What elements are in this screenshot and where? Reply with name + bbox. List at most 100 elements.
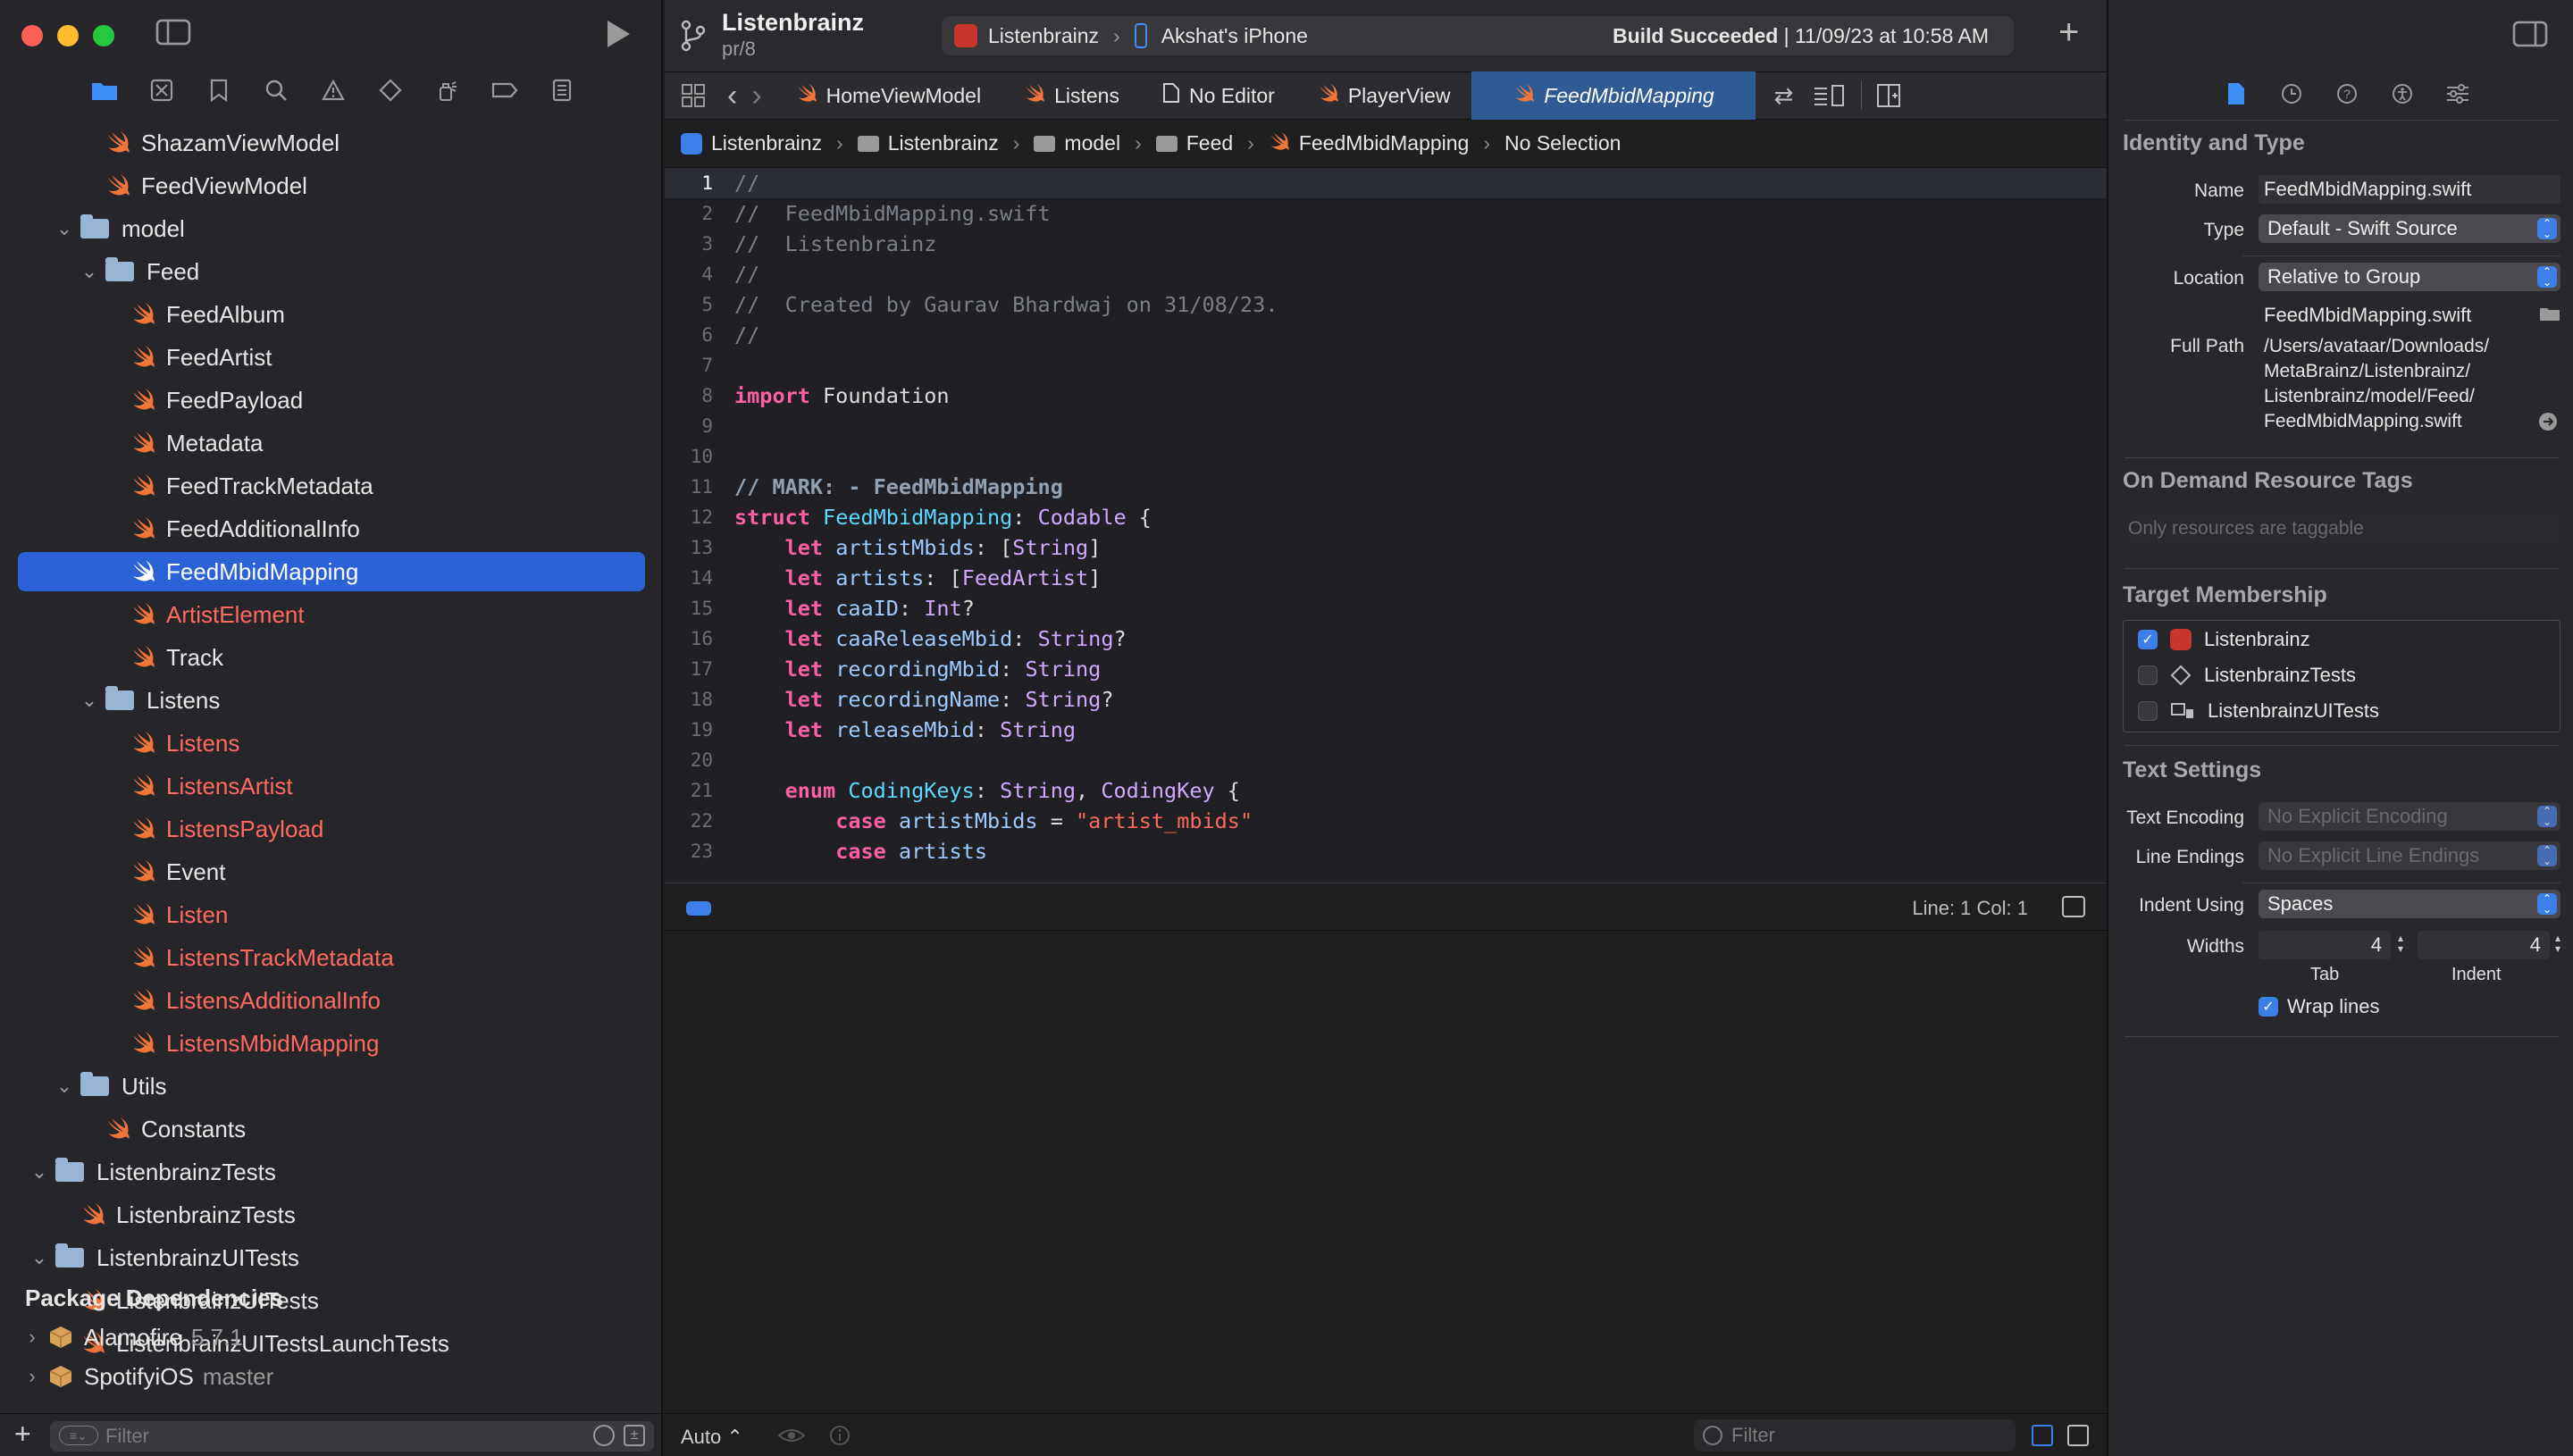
code-line[interactable]: 10: [665, 441, 2107, 472]
file-row[interactable]: FeedArtist: [0, 338, 663, 377]
breadcrumb-selection[interactable]: No Selection: [1504, 131, 1621, 155]
code-line[interactable]: 6 //: [665, 320, 2107, 350]
source-control-icon[interactable]: [147, 75, 177, 105]
code-line[interactable]: 14 let artists: [FeedArtist]: [665, 563, 2107, 593]
file-row[interactable]: FeedMbidMapping: [18, 552, 645, 591]
code-line[interactable]: 11 // MARK: - FeedMbidMapping: [665, 472, 2107, 502]
tab-feedmbidmapping[interactable]: FeedMbidMapping: [1471, 71, 1756, 120]
editor-options-icon[interactable]: [1813, 83, 1845, 108]
code-line[interactable]: 16 let caaReleaseMbid: String?: [665, 623, 2107, 654]
folder-row[interactable]: ⌄ Utils: [0, 1067, 663, 1106]
right-panel-icon[interactable]: [2067, 1425, 2089, 1446]
help-icon[interactable]: ?: [2332, 79, 2362, 109]
console-filter-input[interactable]: Filter: [1694, 1419, 2016, 1452]
file-name-field[interactable]: FeedMbidMapping.swift: [2259, 175, 2560, 204]
checkbox[interactable]: [2138, 701, 2158, 721]
report-icon[interactable]: [547, 75, 577, 105]
folder-icon[interactable]: [89, 75, 120, 105]
code-line[interactable]: 12 struct FeedMbidMapping: Codable {: [665, 502, 2107, 532]
code-line[interactable]: 9: [665, 411, 2107, 441]
file-row[interactable]: ArtistElement: [0, 595, 663, 634]
file-row[interactable]: FeedAdditionalInfo: [0, 509, 663, 548]
indent-using-select[interactable]: Spaces ⌃ ⌄: [2259, 890, 2560, 918]
file-row[interactable]: Listens: [0, 724, 663, 763]
line-endings-select[interactable]: No Explicit Line Endings ⌃ ⌄: [2259, 841, 2560, 870]
target-row-uitests[interactable]: ListenbrainzUITests: [2138, 694, 2379, 728]
attributes-icon[interactable]: [2443, 79, 2473, 109]
file-row[interactable]: ListensAdditionalInfo: [0, 981, 663, 1020]
tab-width-stepper[interactable]: ▴ ▾: [2393, 933, 2409, 958]
file-row[interactable]: FeedViewModel: [0, 166, 663, 205]
file-row[interactable]: ShazamViewModel: [0, 123, 663, 163]
chevron-right-icon[interactable]: ›: [23, 1365, 41, 1388]
minimize-window-button[interactable]: [57, 25, 79, 46]
wrap-lines-checkbox[interactable]: ✓: [2259, 997, 2278, 1017]
chevron-down-icon[interactable]: ⌄: [80, 260, 98, 283]
breadcrumb-feed[interactable]: Feed: [1186, 131, 1233, 155]
recent-files-icon[interactable]: [593, 1425, 615, 1446]
debug-spray-icon[interactable]: [432, 75, 463, 105]
debug-toggle-icon[interactable]: [686, 901, 711, 916]
code-line[interactable]: 18 let recordingName: String?: [665, 684, 2107, 715]
folder-row[interactable]: ⌄ Listens: [0, 681, 663, 720]
breadcrumb-model[interactable]: model: [1064, 131, 1120, 155]
chevron-down-icon[interactable]: ⌄: [55, 1075, 73, 1098]
add-icon[interactable]: +: [14, 1418, 31, 1451]
wrap-lines-row[interactable]: ✓ Wrap lines: [2259, 990, 2380, 1024]
location-select[interactable]: Relative to Group ⌃ ⌄: [2259, 263, 2560, 291]
code-line[interactable]: 7: [665, 350, 2107, 381]
package-row-spotifyios[interactable]: › SpotifyiOS master: [0, 1357, 663, 1396]
add-tab-icon[interactable]: +: [2058, 13, 2079, 53]
chevron-down-icon[interactable]: ⌄: [55, 217, 73, 240]
file-row[interactable]: Track: [0, 638, 663, 677]
forward-arrow-icon[interactable]: ›: [751, 79, 761, 113]
run-icon[interactable]: [604, 18, 633, 57]
checkbox[interactable]: ✓: [2138, 630, 2158, 649]
file-row[interactable]: Event: [0, 852, 663, 891]
folder-row[interactable]: ⌄ ListenbrainzTests: [0, 1152, 663, 1192]
tab-listens[interactable]: Listens: [1002, 71, 1141, 120]
folder-row[interactable]: ⌄ model: [0, 209, 663, 248]
file-row[interactable]: Constants: [0, 1109, 663, 1149]
file-row[interactable]: ListensMbidMapping: [0, 1024, 663, 1063]
file-inspector-icon[interactable]: [2221, 79, 2251, 109]
code-line[interactable]: 17 let recordingMbid: String: [665, 654, 2107, 684]
chevron-down-icon[interactable]: ⌄: [80, 689, 98, 712]
chevron-down-icon[interactable]: ⌄: [30, 1160, 48, 1184]
split-editor-icon[interactable]: [1876, 83, 1901, 108]
file-row[interactable]: ListenbrainzTests: [0, 1195, 663, 1234]
sidebar-toggle-icon[interactable]: [155, 18, 191, 54]
code-line[interactable]: 22 case artistMbids = "artist_mbids": [665, 806, 2107, 836]
warning-icon[interactable]: [318, 75, 348, 105]
file-row[interactable]: Metadata: [0, 423, 663, 463]
code-line[interactable]: 5 // Created by Gaurav Bhardwaj on 31/08/…: [665, 289, 2107, 320]
code-line[interactable]: 23 case artists: [665, 836, 2107, 866]
related-items-icon[interactable]: ⇄: [1773, 82, 1793, 110]
folder-row[interactable]: ⌄ Feed: [0, 252, 663, 291]
breadcrumb-project[interactable]: Listenbrainz: [711, 131, 822, 155]
code-line[interactable]: 20: [665, 745, 2107, 775]
source-control-filter-icon[interactable]: ±: [624, 1425, 645, 1446]
tab-no-editor[interactable]: No Editor: [1141, 71, 1296, 120]
bookmark-icon[interactable]: [204, 75, 234, 105]
search-icon[interactable]: [261, 75, 291, 105]
chevron-down-icon[interactable]: ⌄: [30, 1246, 48, 1269]
zoom-window-button[interactable]: [93, 25, 114, 46]
reveal-in-finder-icon[interactable]: [2537, 411, 2559, 432]
filter-options-icon[interactable]: ≡⌄: [59, 1426, 98, 1445]
breadcrumb-file[interactable]: FeedMbidMapping: [1299, 131, 1470, 155]
left-panel-icon[interactable]: [2032, 1425, 2053, 1446]
file-row[interactable]: ListensPayload: [0, 809, 663, 849]
checkbox[interactable]: [2138, 665, 2158, 685]
file-row[interactable]: FeedPayload: [0, 381, 663, 420]
tab-width-field[interactable]: 4: [2259, 931, 2391, 959]
target-row-tests[interactable]: ListenbrainzTests: [2138, 658, 2356, 692]
file-row[interactable]: ListensArtist: [0, 766, 663, 806]
info-icon[interactable]: [829, 1425, 851, 1446]
code-line[interactable]: 3 // Listenbrainz: [665, 229, 2107, 259]
inspector-toggle-icon[interactable]: [2512, 20, 2548, 48]
file-row[interactable]: FeedAlbum: [0, 295, 663, 334]
branch-icon[interactable]: [679, 18, 706, 54]
file-row[interactable]: Listen: [0, 895, 663, 934]
breadcrumb-group[interactable]: Listenbrainz: [888, 131, 999, 155]
